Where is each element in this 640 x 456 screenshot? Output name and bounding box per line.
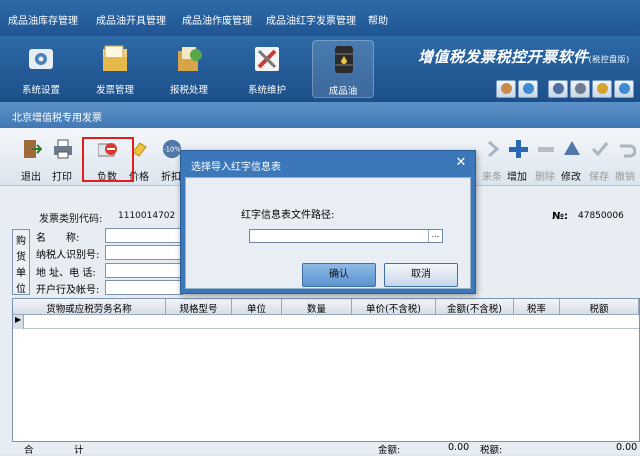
undo-icon	[620, 144, 636, 158]
ribbon-label: 发票管理	[95, 85, 134, 96]
goods-table[interactable]: 货物或应税劳务名称 规格型号 单位 数量 单价(不含税) 金额(不含税) 税率 …	[12, 298, 640, 442]
help-icon[interactable]	[548, 80, 568, 98]
quick-icons	[496, 80, 636, 98]
toolbar-label: 打印	[52, 172, 72, 183]
invoice-number-label: №:	[552, 211, 569, 222]
import-red-info-dialog: 选择导入红字信息表 ✕ 红字信息表文件路径: ... 确认 取消	[180, 150, 476, 294]
ribbon-refined-oil[interactable]: 成品油	[312, 40, 374, 98]
minus-icon	[538, 147, 554, 152]
ribbon-invoice-management[interactable]: 发票管理	[84, 40, 146, 98]
check-icon	[591, 142, 609, 157]
col-unit: 单位	[232, 299, 282, 315]
buyer-bank-input[interactable]	[105, 280, 183, 295]
cancel-button[interactable]: 取消	[384, 263, 458, 287]
buyer-unit-label: 购 货 单 位	[12, 229, 30, 295]
col-amount: 金额(不含税)	[436, 299, 514, 315]
menu-issue[interactable]: 成品油开具管理	[96, 12, 166, 27]
menu-red-invoice[interactable]: 成品油红字发票管理	[266, 12, 356, 27]
globe-icon[interactable]	[518, 80, 538, 98]
toolbar-label: 撤销	[615, 172, 635, 183]
close-icon[interactable]: ✕	[453, 155, 469, 171]
buyer-address-input[interactable]	[105, 263, 183, 278]
buyer-char: 购	[16, 236, 26, 247]
totals-row: 合 计 金额: 0.00 税额: 0.00	[0, 442, 640, 456]
col-tax: 税额	[560, 299, 639, 315]
invoice-code-label: 发票类别代码:	[39, 214, 103, 225]
buyer-bank-label: 开户行及帐号:	[36, 285, 100, 296]
discount-icon: -10%	[162, 139, 182, 159]
row-pointer-icon: ▶	[13, 315, 24, 329]
dialog-title: 选择导入红字信息表	[191, 162, 281, 173]
dialog-body: 红字信息表文件路径: ... 确认 取消	[185, 177, 471, 289]
tax-icon	[178, 47, 202, 71]
buyer-address-label: 地 址、电 话:	[36, 268, 96, 279]
file-path-input[interactable]: ...	[249, 229, 443, 243]
settings-icon[interactable]	[570, 80, 590, 98]
col-spec: 规格型号	[166, 299, 232, 315]
printer-icon	[54, 139, 72, 159]
tax-value: 0.00	[616, 442, 638, 453]
ribbon: 系统设置 发票管理 报税处理 系统维护 成品油 增值税发票税控开票软件(税控盘版…	[0, 36, 640, 102]
confirm-button[interactable]: 确认	[302, 263, 376, 287]
user-icon[interactable]	[496, 80, 516, 98]
oil-barrel-icon	[335, 46, 353, 73]
ribbon-system-settings[interactable]: 系统设置	[10, 40, 72, 98]
col-tax-rate: 税率	[514, 299, 560, 315]
menu-inventory[interactable]: 成品油库存管理	[8, 12, 78, 27]
col-unit-price: 单价(不含税)	[352, 299, 436, 315]
file-path-label: 红字信息表文件路径:	[241, 210, 335, 221]
menu-bar: 成品油库存管理 成品油开具管理 成品油作废管理 成品油红字发票管理 帮助	[0, 0, 640, 36]
exit-icon	[24, 140, 42, 158]
buyer-char: 位	[16, 284, 26, 295]
ribbon-system-maintenance[interactable]: 系统维护	[236, 40, 298, 98]
document-title: 北京增值税专用发票	[0, 102, 640, 128]
buyer-char: 货	[16, 252, 26, 263]
gear-icon	[29, 49, 53, 69]
col-quantity: 数量	[282, 299, 352, 315]
power-icon[interactable]	[614, 80, 634, 98]
negative-button-highlight	[82, 137, 134, 182]
col-goods-name: 货物或应税劳务名称	[13, 299, 166, 315]
buyer-char: 单	[16, 268, 26, 279]
buyer-taxid-input[interactable]	[105, 245, 183, 260]
amount-value: 0.00	[448, 442, 470, 453]
buyer-taxid-label: 纳税人识别号:	[36, 250, 100, 261]
app-title: 增值税发票税控开票软件	[418, 48, 589, 66]
ribbon-label: 报税处理	[169, 85, 208, 96]
app-brand: 增值税发票税控开票软件(税控盘版)	[418, 46, 630, 67]
buyer-name-label: 名 称:	[36, 233, 80, 244]
plus-icon	[509, 140, 528, 158]
arrow-icon	[488, 140, 500, 158]
folder-icon	[103, 45, 127, 71]
svg-text:-10%: -10%	[163, 146, 180, 154]
tools-icon	[255, 47, 279, 71]
print-button[interactable]: 打印	[47, 136, 77, 183]
table-row[interactable]	[13, 315, 639, 329]
invoice-number-value: 47850006	[578, 211, 624, 221]
ribbon-label: 系统维护	[247, 85, 286, 96]
buyer-name-input[interactable]	[105, 228, 183, 243]
menu-void[interactable]: 成品油作废管理	[182, 12, 252, 27]
menu-help[interactable]: 帮助	[368, 12, 388, 27]
app-edition: (税控盘版)	[588, 55, 630, 64]
ribbon-label: 系统设置	[21, 85, 60, 96]
exit-button[interactable]: 退出	[16, 136, 46, 183]
key-icon[interactable]	[592, 80, 612, 98]
browse-button[interactable]: ...	[428, 230, 442, 242]
ribbon-tax-processing[interactable]: 报税处理	[158, 40, 220, 98]
ribbon-label: 成品油	[328, 86, 358, 97]
undo-button[interactable]: 撤销	[610, 136, 640, 183]
triangle-icon	[564, 141, 580, 155]
invoice-code-value: 1110014702	[118, 211, 176, 221]
